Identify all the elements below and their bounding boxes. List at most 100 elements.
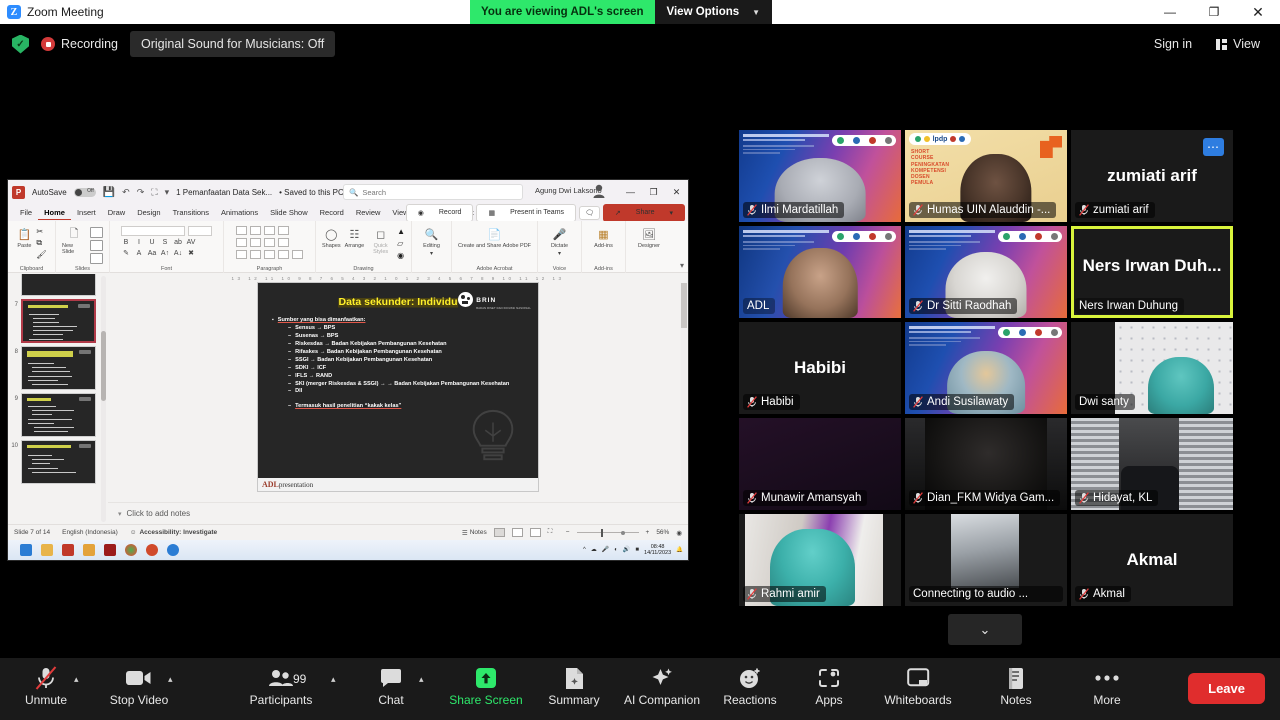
toolbar-chat-button[interactable]: Chat — [345, 666, 437, 707]
toolbar-more-button[interactable]: More — [1061, 666, 1153, 707]
bullets-icon[interactable] — [236, 226, 247, 235]
editing-button[interactable]: 🔍 Editing ▾ — [423, 226, 440, 257]
present-in-teams-button[interactable]: ▦ Present in Teams — [476, 204, 576, 222]
chat-options-chevron-icon[interactable]: ▴ — [419, 674, 424, 685]
participant-tile-dian-fkm-widya[interactable]: Dian_FKM Widya Gam... — [905, 418, 1067, 510]
ribbon-tab-transitions[interactable]: Transitions — [167, 206, 215, 219]
indent-icon[interactable] — [264, 226, 275, 235]
zoom-taskbar-icon[interactable] — [167, 544, 179, 556]
font-size-select[interactable] — [188, 226, 212, 236]
participant-tile-ners-irwan-duhung[interactable]: Ners Irwan Duh... Ners Irwan Duhung — [1071, 226, 1233, 318]
ppt-restore-button[interactable]: ❐ — [642, 180, 665, 204]
leave-meeting-button[interactable]: Leave — [1188, 673, 1265, 704]
file-explorer-icon[interactable] — [41, 544, 53, 556]
align-left-icon[interactable] — [236, 250, 247, 259]
zoom-out-button[interactable]: − — [566, 529, 570, 536]
participant-tile-habibi[interactable]: Habibi Habibi — [739, 322, 901, 414]
ribbon-tab-design[interactable]: Design — [131, 206, 166, 219]
toolbar-ai-companion-button[interactable]: AI Companion — [616, 666, 708, 707]
align-text-icon[interactable] — [278, 238, 289, 247]
toolbar-whiteboards-button[interactable]: Whiteboards — [872, 666, 964, 707]
powerpoint-taskbar-icon[interactable] — [146, 544, 158, 556]
participant-tile-rahmi-amir[interactable]: Rahmi amir — [739, 514, 901, 606]
increase-font-icon[interactable]: A↑ — [160, 250, 170, 257]
encryption-shield-icon[interactable]: ✓ — [12, 35, 29, 54]
participant-more-options-button[interactable]: ⋯ — [1203, 138, 1224, 156]
account-avatar-icon[interactable] — [592, 183, 606, 199]
ribbon-tab-draw[interactable]: Draw — [102, 206, 132, 219]
copy-icon[interactable]: ⧉ — [36, 238, 46, 248]
shape-outline-icon[interactable]: ▱ — [397, 239, 405, 249]
text-highlight-icon[interactable]: ✎ — [121, 249, 131, 257]
accessibility-checker[interactable]: ☺ Accessibility: Investigate — [130, 529, 217, 536]
dictate-button[interactable]: 🎤 Dictate ▾ — [551, 226, 568, 257]
numbering-icon[interactable] — [250, 226, 261, 235]
participant-tile-hidayat-kl[interactable]: Hidayat, KL — [1071, 418, 1233, 510]
increase-indent-icon[interactable] — [250, 238, 261, 247]
original-sound-toggle[interactable]: Original Sound for Musicians: Off — [130, 31, 335, 57]
clear-formatting-icon[interactable]: ✖ — [186, 249, 196, 257]
layout-icon[interactable] — [90, 227, 103, 238]
thumbnail-item-10[interactable]: 10 — [10, 440, 108, 484]
taskbar-app-icon[interactable] — [62, 544, 74, 556]
thumbnail-item-9[interactable]: 9 — [10, 393, 108, 437]
minimize-button[interactable]: — — [1148, 0, 1192, 24]
ribbon-tab-record[interactable]: Record — [314, 206, 350, 219]
character-spacing-button[interactable]: AV — [186, 239, 196, 246]
zoom-in-button[interactable]: + — [646, 529, 650, 536]
paste-button[interactable]: 📋 Paste — [16, 226, 32, 249]
align-center-icon[interactable] — [250, 250, 261, 259]
autosave-toggle[interactable]: Off — [74, 188, 96, 197]
align-right-icon[interactable] — [264, 250, 275, 259]
taskbar-app2-icon[interactable] — [83, 544, 95, 556]
thumbnail-item-above[interactable] — [10, 274, 108, 296]
recording-indicator[interactable]: Recording — [41, 37, 118, 51]
participant-tile-connecting-audio[interactable]: Connecting to audio ... — [905, 514, 1067, 606]
notifications-bell-icon[interactable]: 🔔 — [676, 547, 683, 553]
change-case-icon[interactable]: Aa — [147, 250, 157, 257]
comments-button[interactable]: 🗨 — [579, 206, 600, 220]
share-button[interactable]: ↗ Share ▾ — [603, 204, 685, 222]
start-button-icon[interactable] — [20, 544, 32, 556]
shared-screen-powerpoint[interactable]: P AutoSave Off 💾 ↶ ↷ ⛶ ▾ 1 Pemanfaatan D… — [8, 180, 688, 560]
maximize-button[interactable]: ❐ — [1192, 0, 1236, 24]
tray-cloud-icon[interactable]: ☁ — [591, 547, 597, 554]
section-icon[interactable] — [90, 253, 103, 264]
underline-button[interactable]: U — [147, 239, 157, 246]
add-ins-button[interactable]: ▦ Add-ins — [594, 226, 613, 249]
new-slide-button[interactable]: 🗋 New Slide — [62, 226, 86, 255]
participant-tile-ilmi-mardatillah[interactable]: Ilmi Mardatillah — [739, 130, 901, 222]
chrome-icon[interactable] — [125, 544, 137, 556]
reading-view-button[interactable] — [530, 528, 541, 537]
notes-pane[interactable]: ▾ Click to add notes — [108, 502, 688, 524]
toolbar-apps-button[interactable]: Apps — [783, 666, 875, 707]
tray-mic-icon[interactable]: 🎤 — [602, 547, 609, 554]
font-color-icon[interactable]: A — [134, 250, 144, 257]
grid-next-page-button[interactable]: ⌄ — [948, 614, 1022, 645]
view-layout-button[interactable]: View — [1206, 32, 1270, 56]
canvas-scrollbar-thumb[interactable] — [681, 283, 687, 328]
view-options-button[interactable]: View Options ▼ — [655, 0, 773, 24]
create-share-pdf-button[interactable]: 📄 Create and Share Adobe PDF — [456, 226, 534, 250]
sign-in-button[interactable]: Sign in — [1144, 32, 1202, 56]
participant-tile-zumiati-arif[interactable]: ⋯ zumiati arif zumiati arif — [1071, 130, 1233, 222]
record-button[interactable]: ◉ Record — [406, 204, 474, 222]
line-spacing-icon[interactable] — [278, 226, 289, 235]
toolbar-mute-button[interactable]: Unmute — [0, 666, 92, 707]
justify-icon[interactable] — [278, 250, 289, 259]
ribbon-tab-home[interactable]: Home — [38, 206, 71, 220]
close-button[interactable]: ✕ — [1236, 0, 1280, 24]
participant-tile-munawir-amansyah[interactable]: Munawir Amansyah — [739, 418, 901, 510]
ribbon-tab-file[interactable]: File — [14, 206, 38, 219]
format-painter-icon[interactable]: 🖌 — [36, 250, 46, 259]
slide-sorter-view-button[interactable] — [512, 528, 523, 537]
participants-options-chevron-icon[interactable]: ▴ — [331, 674, 336, 685]
tray-icons[interactable]: ^ ☁ 🎤 ◐ 🔊 ■ — [583, 547, 639, 554]
slide-show-button[interactable]: ⛶ — [548, 528, 559, 537]
participant-tile-akmal[interactable]: Akmal Akmal — [1071, 514, 1233, 606]
quick-styles-button[interactable]: ◻ Quick Styles — [368, 226, 393, 255]
reset-icon[interactable] — [90, 240, 103, 251]
canvas-scrollbar[interactable] — [681, 283, 687, 500]
font-family-select[interactable] — [121, 226, 185, 236]
arrange-button[interactable]: ☷ Arrange — [345, 226, 365, 249]
